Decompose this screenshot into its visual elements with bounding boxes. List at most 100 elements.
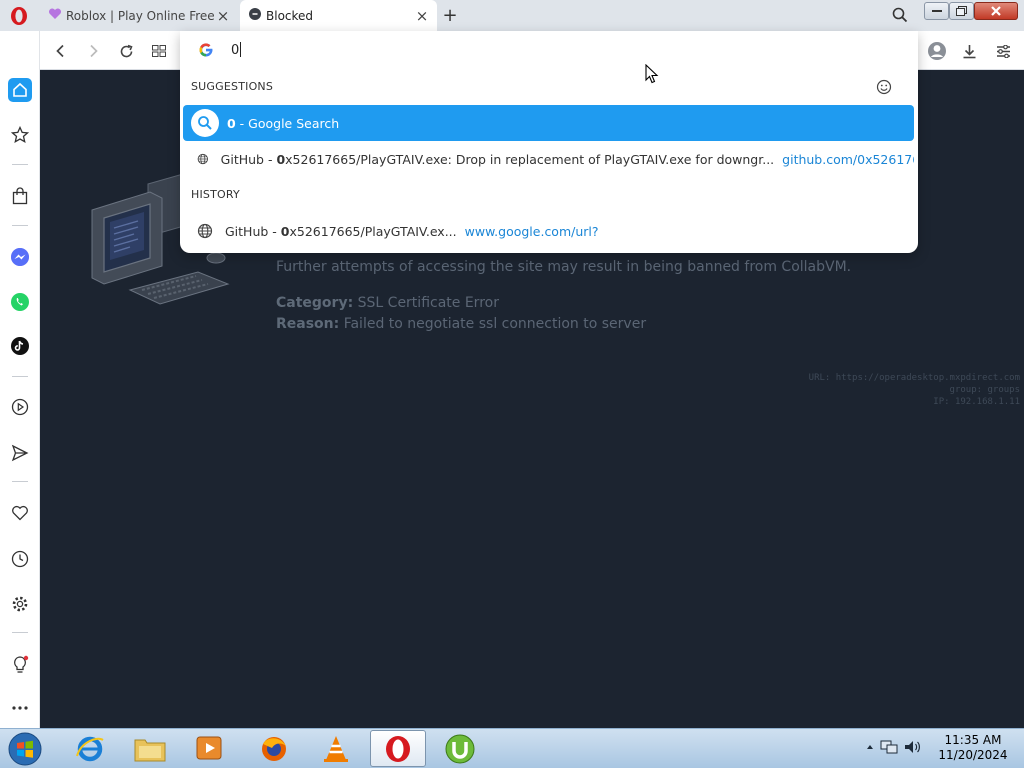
sidebar-item-send[interactable] <box>8 441 32 465</box>
roblox-favicon-icon <box>48 7 62 24</box>
history-title: GitHub - 0x52617665/PlayGTAIV.ex... <box>225 224 457 239</box>
sidebar-item-pinboards[interactable] <box>8 501 32 525</box>
sidebar-item-messenger[interactable] <box>8 245 32 269</box>
volume-icon[interactable] <box>904 739 922 755</box>
show-hidden-icons-icon[interactable] <box>866 743 874 751</box>
history-prefix: GitHub - <box>225 223 281 239</box>
sidebar-item-home[interactable] <box>8 78 32 102</box>
google-icon <box>199 43 213 57</box>
sidebar-item-history[interactable] <box>8 547 32 571</box>
title-bar: Roblox | Play Online Free R × Blocked × … <box>0 0 1024 31</box>
taskbar-clock[interactable]: 11:35 AM 11/20/2024 <box>938 733 1008 763</box>
mouse-cursor-icon <box>645 64 659 84</box>
lightbulb-icon <box>14 655 29 673</box>
taskbar-firefox[interactable] <box>246 730 302 767</box>
taskbar-opera[interactable] <box>370 730 426 767</box>
tab-blocked[interactable]: Blocked × <box>240 0 437 31</box>
forward-button[interactable] <box>82 40 104 62</box>
taskbar: 11:35 AM 11/20/2024 <box>0 728 1024 768</box>
taskbar-file-explorer[interactable] <box>122 730 178 767</box>
history-item-github[interactable]: GitHub - 0x52617665/PlayGTAIV.ex... www.… <box>183 213 914 249</box>
easy-setup-icon[interactable] <box>992 40 1014 62</box>
system-tray <box>866 739 922 755</box>
reload-button[interactable] <box>115 40 137 62</box>
internet-explorer-icon <box>76 736 104 761</box>
taskbar-internet-explorer[interactable] <box>62 730 118 767</box>
sidebar-item-shopping[interactable] <box>8 184 32 208</box>
connection-group: group: groups <box>949 385 1020 395</box>
music-player-icon <box>11 398 29 416</box>
globe-icon <box>197 153 209 165</box>
opera-menu-icon[interactable] <box>8 6 30 26</box>
firefox-icon <box>262 736 286 761</box>
taskbar-media-player[interactable] <box>182 730 238 767</box>
folder-icon <box>134 739 166 761</box>
sidebar-item-tiktok[interactable] <box>8 334 32 358</box>
sidebar-divider <box>12 164 28 165</box>
reason-line: Reason: Failed to negotiate ssl connecti… <box>276 316 646 332</box>
suggestion-github[interactable]: GitHub - 0x52617665/PlayGTAIV.exe: Drop … <box>183 141 914 177</box>
reason-value: Failed to negotiate ssl connection to se… <box>343 316 647 332</box>
start-button[interactable] <box>5 731 45 767</box>
connection-ip: IP: 192.168.1.11 <box>933 397 1020 407</box>
category-value: SSL Certificate Error <box>357 295 499 311</box>
taskbar-utorrent[interactable] <box>432 730 488 767</box>
suggestions-heading: SUGGESTIONS <box>191 80 274 93</box>
whatsapp-icon <box>11 293 29 311</box>
tab-search-icon[interactable] <box>890 5 910 25</box>
connection-info: URL: https://operadesktop.mxpdirect.com … <box>809 372 1020 408</box>
history-rest: x52617665/PlayGTAIV.ex... <box>289 223 457 239</box>
blocked-favicon-icon <box>248 7 262 24</box>
suggestion-query: 0 <box>276 151 286 167</box>
suggestion-query: 0 <box>227 115 236 131</box>
suggestion-label: - Google Search <box>235 115 340 131</box>
download-icon[interactable] <box>958 40 980 62</box>
history-heading: HISTORY <box>191 188 240 201</box>
restore-button[interactable] <box>949 2 974 20</box>
shopping-bag-icon <box>12 187 28 205</box>
suggestion-google-search[interactable]: 0 - Google Search <box>183 105 914 141</box>
sidebar-divider <box>12 225 28 226</box>
messenger-icon <box>11 248 29 266</box>
sidebar-divider <box>12 481 28 482</box>
close-window-button[interactable] <box>974 2 1018 20</box>
back-button[interactable] <box>50 40 72 62</box>
profile-avatar-icon[interactable] <box>926 40 948 62</box>
address-bar-dropdown: 0 SUGGESTIONS 0 - Google Search GitHub -… <box>180 31 918 253</box>
clock-date: 11/20/2024 <box>938 748 1008 762</box>
text-caret <box>240 42 242 57</box>
heart-icon <box>12 505 28 521</box>
clock-time: 11:35 AM <box>944 733 1002 747</box>
media-player-icon <box>196 736 222 759</box>
globe-icon <box>197 223 213 239</box>
tab-grid-icon[interactable] <box>148 40 170 62</box>
tab-close-icon[interactable]: × <box>216 7 230 25</box>
address-input[interactable]: 0 <box>231 42 242 58</box>
sidebar-item-settings[interactable] <box>8 592 32 616</box>
minimize-button[interactable] <box>924 2 949 20</box>
tiktok-icon <box>11 337 29 355</box>
tab-roblox[interactable]: Roblox | Play Online Free R × <box>40 0 238 31</box>
sidebar-item-bookmarks[interactable] <box>8 123 32 147</box>
clock-icon <box>11 550 29 568</box>
sidebar-more-icon[interactable] <box>8 696 32 720</box>
sidebar-divider <box>12 376 28 377</box>
taskbar-vlc[interactable] <box>308 730 364 767</box>
new-tab-button[interactable]: + <box>441 5 459 26</box>
suggestion-title: GitHub - 0x52617665/PlayGTAIV.exe: Drop … <box>221 152 775 167</box>
smiley-feedback-icon[interactable] <box>876 79 892 95</box>
network-icon[interactable] <box>880 739 898 755</box>
vlc-icon <box>324 735 348 762</box>
address-bar[interactable]: 0 <box>180 31 918 69</box>
tab-close-icon[interactable]: × <box>415 7 429 25</box>
opera-icon <box>386 735 410 762</box>
sidebar-item-whatsapp[interactable] <box>8 290 32 314</box>
utorrent-icon <box>445 734 475 763</box>
warning-text: Further attempts of accessing the site m… <box>276 259 852 275</box>
suggestion-rest: x52617665/PlayGTAIV.exe: Drop in replace… <box>285 151 775 167</box>
tab-label: Roblox | Play Online Free R <box>66 8 216 23</box>
reason-label: Reason: <box>276 316 340 332</box>
sidebar-item-tips[interactable] <box>8 653 32 677</box>
sidebar-item-player[interactable] <box>8 395 32 419</box>
category-label: Category: <box>276 295 354 311</box>
